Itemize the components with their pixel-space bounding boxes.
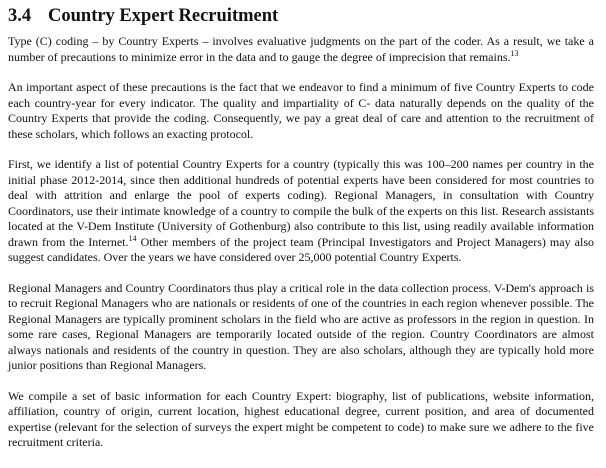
- footnote-marker[interactable]: 14: [129, 234, 137, 243]
- section-heading: 3.4 Country Expert Recruitment: [8, 4, 594, 28]
- paragraph-text: Regional Managers and Country Coordinato…: [8, 280, 594, 373]
- paragraph-expert-identification: First, we identify a list of potential C…: [8, 157, 594, 266]
- section-title: Country Expert Recruitment: [48, 6, 279, 26]
- paragraph-text: Type (C) coding – by Country Experts – i…: [8, 34, 594, 64]
- document-page: 3.4 Country Expert Recruitment Type (C) c…: [8, 4, 594, 466]
- footnote-marker[interactable]: 13: [511, 49, 519, 58]
- paragraph-text: An important aspect of these precautions…: [8, 80, 594, 141]
- paragraph-minimum-experts: An important aspect of these precautions…: [8, 80, 594, 142]
- paragraph-regional-managers: Regional Managers and Country Coordinato…: [8, 281, 594, 374]
- paragraph-expert-information: We compile a set of basic information fo…: [8, 389, 594, 451]
- section-number: 3.4: [8, 6, 32, 26]
- paragraph-text: We compile a set of basic information fo…: [8, 388, 594, 450]
- paragraph-precautions: Type (C) coding – by Country Experts – i…: [8, 34, 594, 65]
